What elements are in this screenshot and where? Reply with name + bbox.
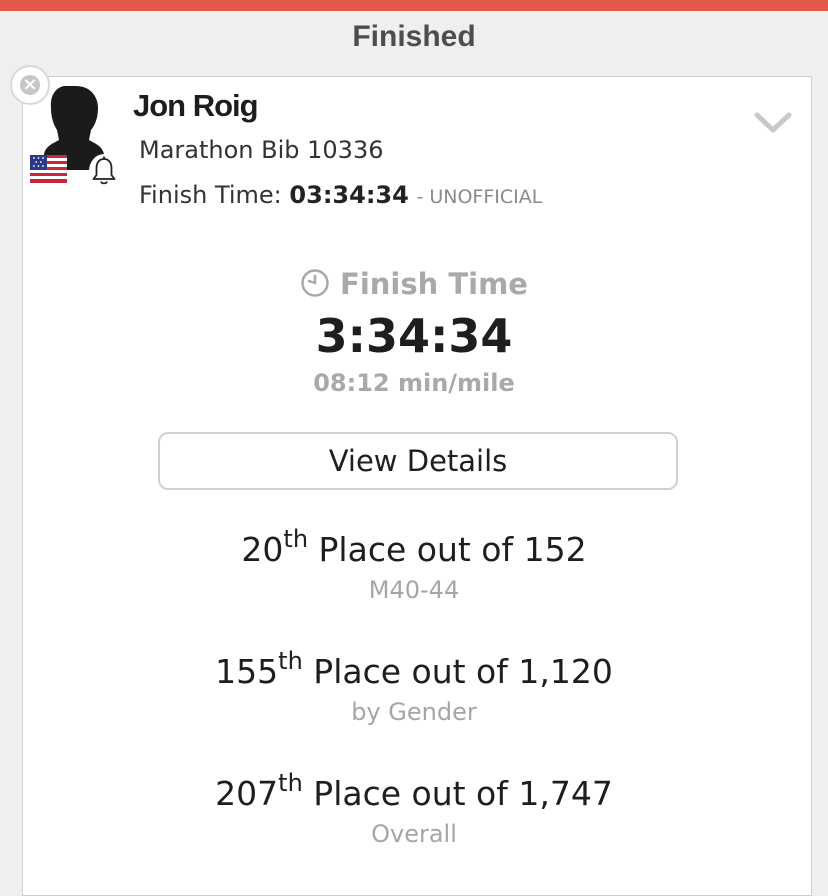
placement-category: by Gender — [351, 698, 477, 726]
placement-suffix: th — [283, 525, 309, 553]
finish-time-big: 3:34:34 — [315, 309, 513, 363]
pace-value: 08:12 min/mile — [313, 369, 515, 397]
finish-time-summary: Finish Time: 03:34:34 - UNOFFICIAL — [139, 179, 542, 213]
placement-text: Place out of 1,120 — [313, 652, 613, 691]
placement-suffix: th — [278, 769, 303, 797]
bell-icon[interactable] — [89, 154, 119, 188]
placement-text: Place out of 152 — [318, 530, 587, 569]
placement-suffix: th — [278, 647, 303, 675]
clock-icon — [301, 269, 329, 297]
finish-time-label: Finish Time: — [139, 181, 282, 209]
runner-name: Jon Roig — [133, 88, 259, 123]
top-accent-bar — [0, 0, 828, 11]
bib-number: Marathon Bib 10336 — [139, 136, 384, 164]
placement-division: 20th Place out of 152 M40-44 — [0, 527, 828, 607]
placement-rank: 155 — [215, 652, 279, 691]
placement-text: Place out of 1,747 — [313, 774, 613, 813]
placement-rank: 20 — [241, 530, 284, 569]
view-details-button[interactable]: View Details — [158, 432, 678, 490]
section-title: Finished — [352, 20, 476, 53]
placement-category: M40-44 — [368, 576, 460, 604]
finish-time-value: 03:34:34 — [289, 181, 409, 209]
finish-status: - UNOFFICIAL — [416, 186, 543, 208]
placement-gender: 155th Place out of 1,120 by Gender — [0, 649, 828, 729]
placement-category: Overall — [371, 820, 457, 848]
finish-time-header: Finish Time — [0, 264, 828, 304]
finish-time-header-label: Finish Time — [340, 267, 528, 301]
chevron-down-icon[interactable] — [753, 110, 793, 136]
us-flag-icon — [30, 155, 67, 183]
placement-rank: 207 — [215, 774, 279, 813]
placement-overall: 207th Place out of 1,747 Overall — [0, 771, 828, 851]
